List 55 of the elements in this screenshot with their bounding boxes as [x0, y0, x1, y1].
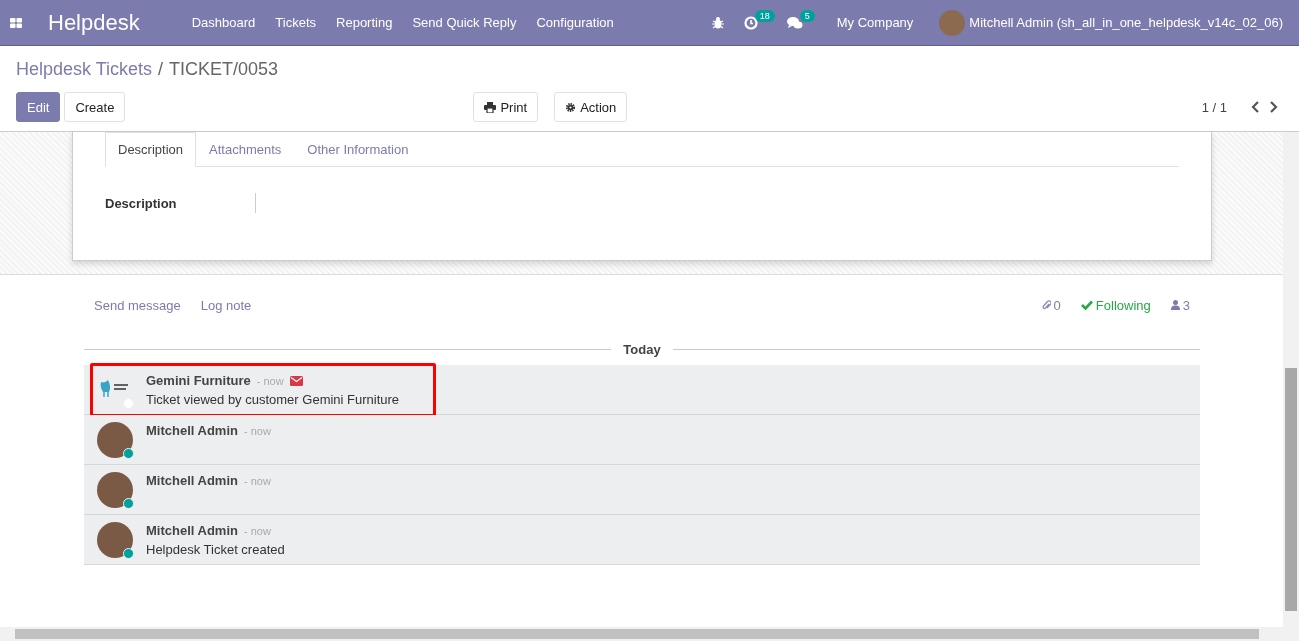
menu-item[interactable]: Tickets	[265, 15, 327, 30]
avatar-placeholder	[97, 422, 133, 458]
breadcrumb-link[interactable]: Helpdesk Tickets	[16, 59, 153, 80]
menu-item[interactable]: Reporting	[326, 15, 403, 30]
avatar-placeholder	[97, 472, 133, 508]
message-author[interactable]: Mitchell Admin	[146, 473, 238, 488]
followers-button[interactable]: 3	[1170, 297, 1190, 313]
message-body: Ticket viewed by customer Gemini Furniture	[146, 392, 400, 407]
create-button[interactable]: Create	[64, 92, 126, 122]
menu-item[interactable]: Dashboard	[181, 15, 266, 30]
menu-item[interactable]: Send Quick Reply	[402, 15, 527, 30]
gear-icon	[565, 101, 577, 113]
tab[interactable]: Attachments	[196, 132, 295, 167]
message-author[interactable]: Mitchell Admin	[146, 523, 238, 538]
message-date: - now	[243, 524, 271, 537]
person-icon	[1170, 300, 1180, 310]
pager-value: 1 / 1	[1201, 99, 1227, 115]
message-author[interactable]: Mitchell Admin	[146, 423, 238, 438]
clock-icon[interactable]	[743, 15, 758, 30]
app-name[interactable]: Helpdesk	[48, 9, 140, 36]
date-separator: Today	[622, 341, 662, 357]
message-date: - now	[256, 374, 284, 387]
field-label: Description	[105, 195, 178, 211]
attachment-count-button[interactable]: 0	[1041, 297, 1061, 313]
avatar-placeholder	[97, 522, 133, 558]
paperclip-icon	[1041, 299, 1051, 311]
vertical-scrollbar[interactable]	[1283, 132, 1299, 627]
tab[interactable]: Other Information	[294, 132, 422, 167]
message-date: - now	[243, 424, 271, 437]
message-author[interactable]: Gemini Furniture	[146, 373, 251, 388]
printer-icon	[484, 101, 497, 113]
edit-button[interactable]: Edit	[16, 92, 61, 122]
company-switcher[interactable]: My Company	[826, 15, 924, 30]
print-button[interactable]: Print	[473, 92, 539, 122]
breadcrumb-separator: /	[158, 59, 164, 80]
check-icon	[1080, 300, 1093, 310]
message-date: - now	[243, 474, 271, 487]
bug-icon[interactable]	[711, 16, 724, 29]
send-message-link[interactable]: Send message	[94, 297, 181, 313]
user-menu[interactable]: Mitchell Admin (sh_all_in_one_helpdesk_v14c_02_06)	[965, 15, 1299, 30]
breadcrumb-current: TICKET/0053	[169, 59, 279, 80]
tab[interactable]: Description	[105, 132, 197, 167]
horizontal-scrollbar[interactable]	[0, 627, 1299, 641]
message-body: Helpdesk Ticket created	[146, 542, 285, 557]
apps-grid-icon[interactable]	[10, 17, 22, 28]
previous-icon[interactable]	[1251, 101, 1260, 113]
message-count: 5	[799, 9, 815, 22]
action-button[interactable]: Action	[554, 92, 628, 122]
menu-item[interactable]: Configuration	[526, 15, 624, 30]
user-avatar	[939, 9, 966, 36]
chat-icon[interactable]	[786, 15, 803, 30]
log-note-link[interactable]: Log note	[200, 297, 252, 313]
next-icon[interactable]	[1269, 101, 1278, 113]
activity-count: 18	[754, 9, 775, 22]
following-button[interactable]: Following	[1080, 297, 1151, 313]
